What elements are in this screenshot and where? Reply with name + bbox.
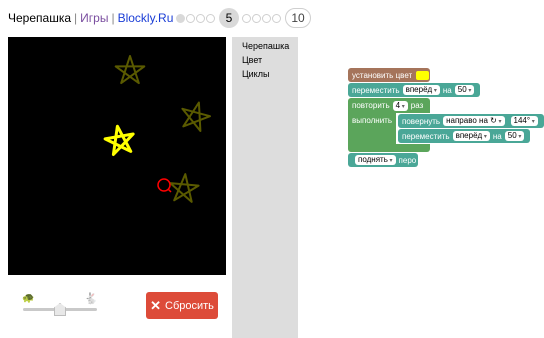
block-label: повторить — [352, 101, 390, 110]
block-label: раз — [410, 101, 424, 110]
level-dot-6[interactable] — [242, 13, 251, 23]
set-color-block[interactable]: установить цвет — [348, 68, 430, 82]
level-dot-1[interactable] — [176, 13, 185, 23]
block-label: на — [442, 85, 452, 95]
block-label: перо — [398, 155, 417, 165]
star-drawing — [114, 55, 146, 85]
app-title: Черепашка — [8, 11, 72, 25]
star-group — [103, 55, 211, 203]
turn-direction-dropdown[interactable]: направо на ↻ — [443, 116, 505, 126]
direction-dropdown[interactable]: вперёд — [452, 131, 490, 141]
repeat-footer — [348, 144, 430, 152]
star-drawing — [181, 101, 211, 132]
separator: | — [111, 11, 115, 25]
toolbox-category-color[interactable]: Цвет — [232, 54, 298, 66]
pen-mode-dropdown[interactable]: поднять — [355, 155, 396, 165]
reset-button[interactable]: ✕ Сбросить — [146, 292, 218, 319]
blocks-workspace[interactable]: установить цвет переместить вперёд на 50… — [298, 37, 544, 338]
block-label: установить цвет — [352, 70, 413, 80]
toolbox-category-turtle[interactable]: Черепашка — [232, 40, 298, 52]
level-bar: 5 10 — [176, 7, 314, 29]
repeat-row: повторить 4 раз — [348, 99, 423, 112]
games-link[interactable]: Игры — [80, 11, 108, 25]
angle-field[interactable]: 144° — [510, 116, 538, 126]
brand-link[interactable]: Blockly.Ru — [118, 11, 174, 25]
repeat-count-field[interactable]: 4 — [392, 100, 408, 111]
pen-block[interactable]: поднять перо — [348, 153, 418, 167]
turn-block[interactable]: повернуть направо на ↻ 144° — [398, 114, 544, 128]
rabbit-icon: 🐇 — [84, 293, 98, 305]
turtle-canvas — [8, 37, 226, 275]
block-label: выполнить — [352, 116, 392, 125]
level-dot-2[interactable] — [186, 13, 195, 23]
level-dot-9[interactable] — [272, 13, 281, 23]
toolbox: Черепашка Цвет Циклы — [232, 37, 298, 338]
header: Черепашка | Игры | Blockly.Ru — [8, 9, 173, 27]
move-forward-block[interactable]: переместить вперёд на 50 — [398, 129, 530, 143]
level-dot-7[interactable] — [252, 13, 261, 23]
canvas-drawing — [103, 55, 211, 203]
move-forward-block[interactable]: переместить вперёд на 50 — [348, 83, 480, 97]
block-label: повернуть — [402, 116, 441, 126]
star-drawing — [169, 173, 200, 203]
distance-field[interactable]: 50 — [454, 85, 475, 95]
current-level-badge[interactable]: 5 — [219, 8, 239, 28]
speed-slider[interactable]: 🐢 🐇 — [20, 292, 100, 322]
last-level-badge[interactable]: 10 — [285, 8, 311, 28]
block-label: на — [492, 131, 502, 141]
turtle-icon: 🐢 — [22, 293, 35, 304]
close-icon: ✕ — [150, 297, 161, 313]
separator: | — [74, 11, 78, 25]
distance-field[interactable]: 50 — [504, 131, 525, 141]
repeat-do-row: выполнить — [348, 114, 392, 127]
color-swatch[interactable] — [416, 70, 430, 80]
level-dot-4[interactable] — [206, 13, 215, 23]
block-label: переместить — [402, 131, 450, 141]
turtle-heading — [167, 188, 172, 193]
level-dot-8[interactable] — [262, 13, 271, 23]
star-drawing — [103, 124, 135, 156]
toolbox-category-loops[interactable]: Циклы — [232, 68, 298, 80]
level-dot-3[interactable] — [196, 13, 205, 23]
direction-dropdown[interactable]: вперёд — [402, 85, 440, 95]
block-label: переместить — [352, 85, 400, 95]
slider-thumb[interactable] — [54, 303, 66, 316]
reset-label: Сбросить — [165, 299, 214, 312]
